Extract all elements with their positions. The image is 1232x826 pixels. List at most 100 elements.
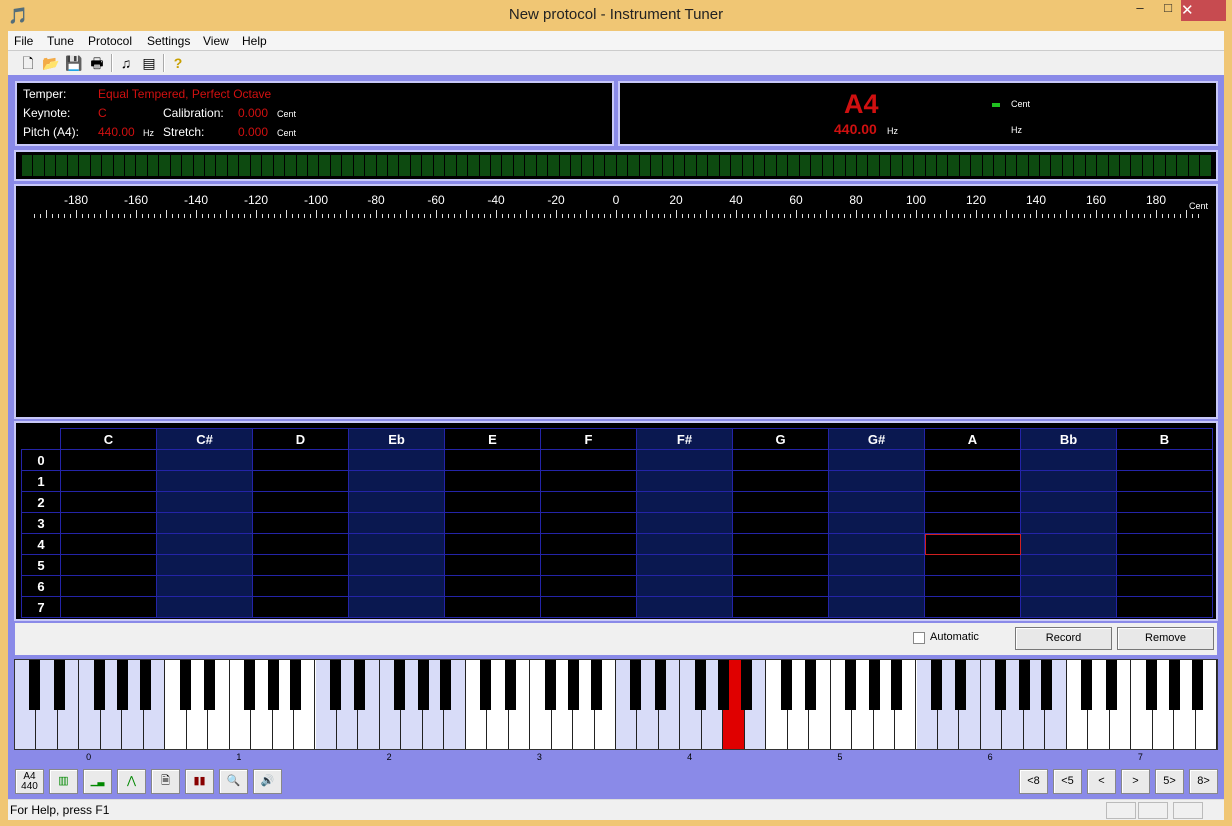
grid-cell[interactable] (156, 470, 253, 492)
black-key[interactable] (290, 660, 302, 710)
black-key[interactable] (329, 660, 341, 710)
black-key[interactable] (694, 660, 706, 710)
record-button[interactable]: Record (1015, 627, 1112, 650)
black-key[interactable] (267, 660, 279, 710)
grid-cell[interactable] (1116, 596, 1213, 618)
print-icon[interactable]: 🖶 (87, 53, 107, 73)
grid-cell[interactable] (540, 449, 637, 471)
black-key[interactable] (29, 660, 41, 710)
grid-cell[interactable] (540, 533, 637, 555)
piano-view-icon[interactable]: ▮▮ (185, 769, 214, 794)
grid-cell[interactable] (1020, 554, 1117, 576)
grid-cell[interactable] (924, 596, 1021, 618)
grid-cell[interactable] (252, 554, 349, 576)
grid-cell[interactable] (924, 491, 1021, 513)
grid-cell[interactable] (732, 470, 829, 492)
grid-cell[interactable] (636, 554, 733, 576)
grid-cell[interactable] (444, 554, 541, 576)
grid-cell[interactable] (156, 449, 253, 471)
black-key[interactable] (805, 660, 817, 710)
black-key[interactable] (1169, 660, 1181, 710)
close-button[interactable]: ✕ (1181, 0, 1226, 21)
grid-cell[interactable] (1020, 449, 1117, 471)
black-key[interactable] (740, 660, 752, 710)
grid-cell[interactable] (1020, 491, 1117, 513)
black-key[interactable] (630, 660, 642, 710)
grid-cell[interactable] (1116, 491, 1213, 513)
black-key[interactable] (780, 660, 792, 710)
grid-cell[interactable] (540, 491, 637, 513)
grid-cell[interactable] (444, 533, 541, 555)
menu-help[interactable]: Help (242, 34, 267, 48)
black-key[interactable] (1145, 660, 1157, 710)
black-key[interactable] (1191, 660, 1203, 710)
grid-cell[interactable] (636, 575, 733, 597)
grid-cell[interactable] (348, 575, 445, 597)
forward-5-button[interactable]: 5> (1155, 769, 1184, 794)
grid-cell[interactable] (444, 470, 541, 492)
grid-cell[interactable] (444, 575, 541, 597)
black-key[interactable] (179, 660, 191, 710)
black-key[interactable] (891, 660, 903, 710)
back-8-octaves-button[interactable]: <8 (1019, 769, 1048, 794)
forward-8-button[interactable]: 8> (1189, 769, 1218, 794)
help-icon[interactable]: ? (168, 53, 188, 73)
grid-cell[interactable] (444, 512, 541, 534)
black-key[interactable] (480, 660, 492, 710)
grid-cell[interactable] (732, 533, 829, 555)
grid-cell[interactable] (636, 596, 733, 618)
grid-cell[interactable] (60, 575, 157, 597)
black-key[interactable] (868, 660, 880, 710)
grid-cell[interactable] (156, 596, 253, 618)
grid-cell[interactable] (732, 512, 829, 534)
grid-cell[interactable] (540, 470, 637, 492)
black-key[interactable] (955, 660, 967, 710)
a4-440-button[interactable]: A4 440 (15, 769, 44, 794)
grid-cell[interactable] (60, 491, 157, 513)
grid-cell[interactable] (732, 491, 829, 513)
grid-cell[interactable] (828, 512, 925, 534)
black-key[interactable] (995, 660, 1007, 710)
black-key[interactable] (568, 660, 580, 710)
open-folder-icon[interactable]: 📂 (41, 53, 61, 73)
grid-cell[interactable] (252, 533, 349, 555)
grid-cell[interactable] (156, 512, 253, 534)
black-key[interactable] (718, 660, 730, 710)
grid-cell[interactable] (540, 575, 637, 597)
grid-cell[interactable] (1020, 575, 1117, 597)
black-key[interactable] (590, 660, 602, 710)
grid-cell[interactable] (444, 449, 541, 471)
grid-cell[interactable] (1116, 449, 1213, 471)
forward-button[interactable]: > (1121, 769, 1150, 794)
black-key[interactable] (93, 660, 105, 710)
grid-cell[interactable] (252, 449, 349, 471)
grid-cell[interactable] (348, 554, 445, 576)
black-key[interactable] (544, 660, 556, 710)
black-key[interactable] (204, 660, 216, 710)
grid-cell[interactable] (60, 533, 157, 555)
back-5-button[interactable]: <5 (1053, 769, 1082, 794)
back-button[interactable]: < (1087, 769, 1116, 794)
grid-cell[interactable] (1116, 575, 1213, 597)
grid-cell[interactable] (636, 470, 733, 492)
grid-cell[interactable] (732, 449, 829, 471)
grid-cell[interactable] (540, 554, 637, 576)
grid-cell[interactable] (348, 449, 445, 471)
grid-cell[interactable] (636, 449, 733, 471)
grid-cell[interactable] (828, 575, 925, 597)
grid-cell[interactable] (828, 596, 925, 618)
save-icon[interactable]: 💾 (64, 53, 84, 73)
black-key[interactable] (654, 660, 666, 710)
grid-cell[interactable] (828, 533, 925, 555)
grid-cell[interactable] (252, 512, 349, 534)
properties-icon[interactable]: ▤ (139, 53, 159, 73)
black-key[interactable] (139, 660, 151, 710)
black-key[interactable] (117, 660, 129, 710)
grid-cell[interactable] (252, 575, 349, 597)
speaker-icon[interactable]: 🔊 (253, 769, 282, 794)
menu-file[interactable]: File (14, 34, 33, 48)
grid-cell[interactable] (828, 491, 925, 513)
grid-cell[interactable] (156, 575, 253, 597)
grid-cell[interactable] (636, 491, 733, 513)
grid-cell[interactable] (60, 470, 157, 492)
